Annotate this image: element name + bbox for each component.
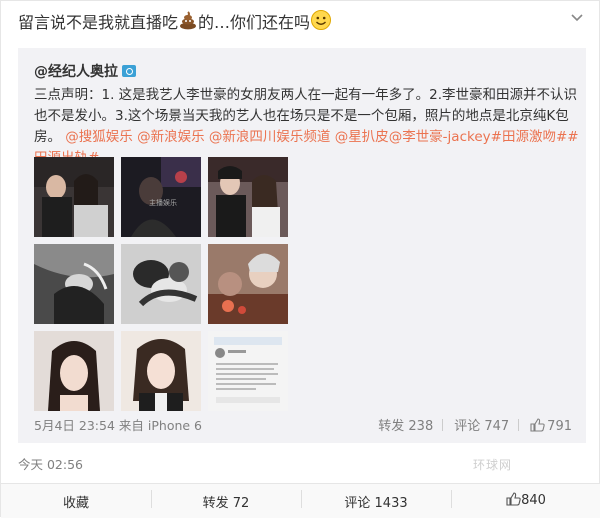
repost-box: @经纪人奥拉 三点声明：1. 这是我艺人李世豪的女朋友两人在一起有一年多了。2.… (18, 48, 586, 472)
repost-like-count[interactable]: 791 (547, 419, 572, 434)
comment-label: 评论 1433 (344, 495, 408, 511)
photo-4[interactable] (34, 244, 114, 324)
favorite-button[interactable]: 收藏 (1, 492, 151, 511)
repost-source: 来自 iPhone 6 (118, 418, 202, 433)
repost-button[interactable]: 转发 72 (151, 489, 301, 511)
repost-body: 三点声明：1. 这是我艺人李世豪的女朋友两人在一起有一年多了。2.李世豪和田源并… (34, 85, 582, 169)
photo-1[interactable] (34, 157, 114, 237)
post-text: 留言说不是我就直播吃 的…你们还在吗 (18, 9, 332, 38)
mention-sina[interactable]: @新浪娱乐 (137, 129, 205, 145)
repost-date[interactable]: 5月4日 23:54 (34, 418, 115, 433)
verified-badge-icon (122, 65, 136, 77)
post-text-before: 留言说不是我就直播吃 (18, 13, 179, 32)
mention-lishihao[interactable]: @李世豪-jackey (389, 129, 491, 145)
chevron-down-icon[interactable] (569, 9, 585, 25)
repost-meta: 5月4日 23:54 来自 iPhone 6 (34, 415, 202, 434)
repost-stats: 转发 238 评论 747 791 (376, 415, 572, 436)
photo-8[interactable] (121, 331, 201, 411)
like-button[interactable]: 840 (451, 490, 600, 510)
smile-emoji-icon (310, 9, 332, 38)
like-count: 840 (521, 493, 546, 508)
thumbs-up-icon (506, 492, 521, 510)
photo-7[interactable] (34, 331, 114, 411)
repost-comment-link[interactable]: 评论 747 (454, 419, 509, 434)
photo-6[interactable] (208, 244, 288, 324)
photo-3[interactable] (208, 157, 288, 237)
photo-2[interactable]: 主播娱乐 (121, 157, 201, 237)
post-text-after: 的…你们还在吗 (198, 13, 311, 32)
thumbs-up-icon[interactable] (530, 418, 545, 436)
favorite-label: 收藏 (62, 495, 89, 511)
poop-emoji-icon (178, 10, 198, 37)
photo-9[interactable] (208, 331, 288, 411)
post-timestamp[interactable]: 今天 02:56 (18, 454, 83, 473)
watermark: 环球网 (473, 458, 513, 472)
comment-button[interactable]: 评论 1433 (301, 489, 451, 511)
repost-author[interactable]: @经纪人奥拉 (34, 61, 136, 81)
repost-author-name[interactable]: @经纪人奥拉 (34, 64, 118, 80)
photo-5[interactable] (121, 244, 201, 324)
topic-tianyuan-kiss[interactable]: #田源激吻# (491, 129, 568, 145)
mention-sina-sichuan[interactable]: @新浪四川娱乐频道 (209, 129, 331, 145)
mention-xingbapi[interactable]: @星扒皮 (335, 129, 389, 145)
repost-forward-link[interactable]: 转发 238 (378, 419, 433, 434)
photo-2-overlay: 主播娱乐 (149, 198, 177, 207)
action-bar: 收藏 转发 72 评论 1433 840 (1, 483, 600, 518)
mention-souhu[interactable]: @搜狐娱乐 (65, 129, 133, 145)
repost-label: 转发 72 (202, 495, 250, 511)
weibo-card: 留言说不是我就直播吃 的…你们还在吗 @经纪人奥拉 三点声明：1. 这是我艺人李世… (0, 0, 600, 518)
